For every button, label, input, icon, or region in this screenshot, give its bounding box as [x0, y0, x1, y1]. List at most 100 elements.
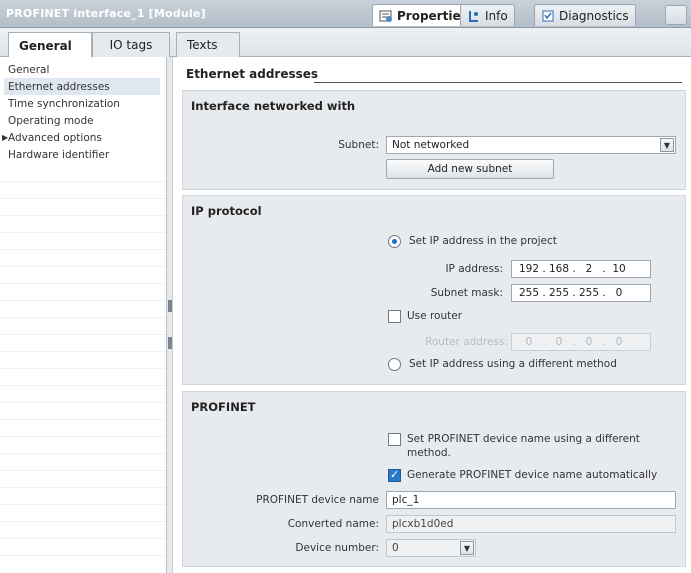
tab-io-tags-label: IO tags [109, 38, 153, 52]
subnet-select[interactable]: Not networked [386, 136, 676, 154]
window-menu-button[interactable] [665, 5, 687, 25]
splitter[interactable] [167, 57, 173, 573]
divider [0, 504, 166, 505]
section-title: Ethernet addresses [186, 67, 319, 81]
tab-diagnostics[interactable]: Diagnostics [534, 4, 636, 26]
divider [0, 351, 166, 352]
device-number-value: 0 [392, 542, 399, 554]
mask-octet: 255 [518, 287, 540, 299]
sidebar-item-label: General [8, 63, 50, 76]
chevron-down-icon[interactable]: ▼ [460, 541, 474, 555]
divider [0, 215, 166, 216]
divider [0, 249, 166, 250]
ip-octet: 10 [612, 263, 626, 275]
divider [0, 300, 166, 301]
divider [0, 402, 166, 403]
router-address-field[interactable]: 0. 0. 0. 0 [511, 333, 651, 351]
chevron-down-icon[interactable]: ▼ [660, 138, 674, 152]
divider [0, 232, 166, 233]
tab-texts[interactable]: Texts [176, 32, 240, 57]
sidebar-item-operating-mode[interactable]: Operating mode [8, 112, 94, 129]
splitter-grip-icon[interactable] [168, 300, 172, 312]
set-ip-different-method-radio[interactable] [388, 358, 401, 371]
sidebar-item-label: Advanced options [8, 131, 102, 144]
mask-octet: 0 [615, 287, 623, 299]
interface-panel: Interface networked with Subnet: Not net… [182, 90, 686, 190]
divider [0, 181, 166, 182]
device-name-field[interactable]: plc_1 [386, 491, 676, 509]
router-address-label: Router address: [425, 336, 508, 348]
divider [0, 317, 166, 318]
ip-address-label: IP address: [445, 263, 503, 275]
set-ip-in-project-radio[interactable] [388, 235, 401, 248]
divider [0, 453, 166, 454]
ip-octet: 168 [548, 263, 570, 275]
set-ip-in-project-label: Set IP address in the project [409, 235, 557, 247]
subnet-label: Subnet: [338, 139, 379, 151]
divider [0, 385, 166, 386]
divider [0, 470, 166, 471]
section-divider [314, 82, 682, 83]
sidebar-item-general[interactable]: General [8, 61, 49, 78]
add-new-subnet-button[interactable]: Add new subnet [386, 159, 554, 179]
subnet-value: Not networked [392, 139, 470, 151]
tab-general[interactable]: General [8, 32, 92, 58]
divider [0, 555, 166, 556]
divider [0, 368, 166, 369]
subnet-mask-field[interactable]: 255. 255. 255. 0 [511, 284, 651, 302]
ip-protocol-panel: IP protocol Set IP address in the projec… [182, 195, 686, 385]
sidebar-item-time-synchronization[interactable]: Time synchronization [8, 95, 120, 112]
page-tab-bar: General IO tags Texts [0, 28, 691, 58]
converted-name-label: Converted name: [287, 518, 379, 530]
use-router-label: Use router [407, 310, 463, 322]
sidebar-item-hardware-identifier[interactable]: Hardware identifier [8, 146, 109, 163]
properties-icon [379, 9, 393, 23]
router-octet: 0 [615, 336, 623, 348]
add-new-subnet-label: Add new subnet [427, 163, 513, 175]
splitter-grip-icon[interactable] [168, 337, 172, 349]
tab-info[interactable]: Info [460, 4, 515, 26]
set-name-different-method-label: Set PROFINET device name using a differe… [407, 433, 640, 445]
expand-caret-icon[interactable]: ▶ [2, 133, 8, 142]
converted-name-value: plcxb1d0ed [392, 518, 454, 530]
router-octet: 0 [525, 336, 533, 348]
tab-diagnostics-label: Diagnostics [559, 8, 629, 23]
divider [0, 521, 166, 522]
divider [0, 436, 166, 437]
ip-octet: 192 [518, 263, 540, 275]
sidebar-item-label: Operating mode [8, 114, 94, 127]
generate-name-auto-label: Generate PROFINET device name automatica… [407, 469, 658, 481]
diagnostics-icon [541, 9, 555, 23]
subnet-mask-label: Subnet mask: [430, 287, 503, 299]
sidebar: General Ethernet addresses Time synchron… [0, 57, 167, 573]
info-icon [467, 9, 481, 23]
router-octet: 0 [585, 336, 593, 348]
sidebar-item-ethernet-addresses[interactable]: Ethernet addresses [4, 78, 160, 95]
title-bar: PROFINET interface_1 [Module] Properties… [0, 0, 691, 28]
tab-general-label: General [19, 38, 72, 53]
profinet-title: PROFINET [191, 400, 256, 414]
sidebar-item-label: Time synchronization [8, 97, 120, 110]
divider [0, 538, 166, 539]
converted-name-field: plcxb1d0ed [386, 515, 676, 533]
use-router-checkbox[interactable] [388, 310, 401, 323]
content-area: Ethernet addresses Interface networked w… [174, 57, 691, 573]
ip-address-field[interactable]: 192. 168. 2. 10 [511, 260, 651, 278]
tab-info-label: Info [485, 8, 508, 23]
sidebar-item-label: Ethernet addresses [8, 80, 110, 93]
ip-protocol-title: IP protocol [191, 204, 262, 218]
device-name-value: plc_1 [392, 494, 420, 506]
interface-panel-title: Interface networked with [191, 99, 356, 113]
tab-texts-label: Texts [187, 38, 218, 52]
sidebar-item-advanced-options[interactable]: ▶ Advanced options [2, 129, 102, 146]
window-title: PROFINET interface_1 [Module] [6, 7, 206, 20]
sidebar-item-label: Hardware identifier [8, 148, 110, 161]
divider [0, 334, 166, 335]
mask-octet: 255 [548, 287, 570, 299]
tab-properties-label: Properties [397, 8, 468, 23]
ip-octet: 2 [585, 263, 593, 275]
tab-io-tags[interactable]: IO tags [92, 32, 170, 57]
mask-octet: 255 [578, 287, 600, 299]
generate-name-auto-checkbox[interactable] [388, 468, 401, 482]
set-name-different-method-checkbox[interactable] [388, 433, 401, 446]
